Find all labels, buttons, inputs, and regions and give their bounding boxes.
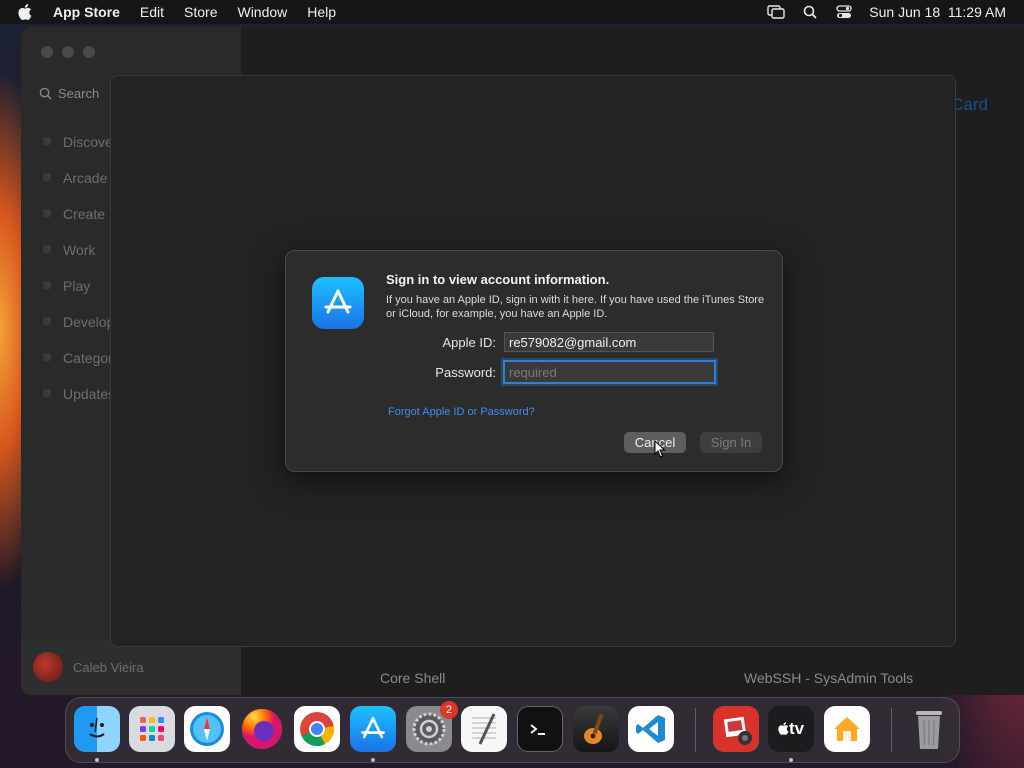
window-controls <box>41 46 95 58</box>
password-field[interactable] <box>503 360 716 384</box>
apple-id-field[interactable] <box>504 332 714 352</box>
search-icon <box>39 87 52 100</box>
screen-mirroring-icon[interactable] <box>767 4 785 20</box>
menu-edit[interactable]: Edit <box>140 4 164 20</box>
sidebar-search-placeholder: Search <box>58 85 100 101</box>
categories-icon <box>43 353 51 361</box>
sidebar-item-updates[interactable]: Updates <box>63 386 115 402</box>
app-store-icon <box>312 277 364 329</box>
home-icon[interactable] <box>824 706 870 752</box>
safari-icon[interactable] <box>184 706 230 752</box>
sidebar-item-create[interactable]: Create <box>63 206 105 222</box>
zoom-window-button[interactable] <box>83 46 95 58</box>
apple-menu-icon[interactable] <box>18 4 38 20</box>
avatar <box>33 652 63 682</box>
dialog-message: If you have an Apple ID, sign in with it… <box>386 294 765 320</box>
sidebar-item-arcade[interactable]: Arcade <box>63 170 107 186</box>
develop-icon <box>43 317 51 325</box>
sidebar-item-play[interactable]: Play <box>63 278 90 294</box>
dock-separator <box>695 708 696 752</box>
minimize-window-button[interactable] <box>62 46 74 58</box>
apple-tv-icon[interactable]: tv <box>768 706 814 752</box>
app-title-core-shell[interactable]: Core Shell <box>380 670 445 686</box>
finder-running-indicator <box>95 758 99 762</box>
apple-tv-running-indicator <box>789 758 793 762</box>
app-store-running-indicator <box>371 758 375 762</box>
sidebar-item-develop[interactable]: Develop <box>63 314 114 330</box>
work-icon <box>43 245 51 253</box>
account-name: Caleb Vieira <box>73 659 144 675</box>
app-title-webssh[interactable]: WebSSH - SysAdmin Tools <box>744 670 913 686</box>
photo-booth-icon[interactable] <box>713 706 759 752</box>
menu-store[interactable]: Store <box>184 4 217 20</box>
menu-clock[interactable]: Sun Jun 18 11:29 AM <box>869 4 1006 20</box>
terminal-icon[interactable] <box>517 706 563 752</box>
vscode-icon[interactable] <box>628 706 674 752</box>
sign-in-button[interactable]: Sign In <box>700 432 762 453</box>
dock-separator-trash <box>891 708 892 752</box>
apple-id-label: Apple ID: <box>442 335 496 350</box>
updates-icon <box>43 389 51 397</box>
dock: 2 tv <box>65 697 960 763</box>
chrome-icon[interactable] <box>294 706 340 752</box>
create-icon <box>43 209 51 217</box>
apple-tv-label: tv <box>788 719 805 738</box>
control-center-icon[interactable] <box>835 4 853 20</box>
menu-app-name[interactable]: App Store <box>53 4 120 20</box>
play-icon <box>43 281 51 289</box>
menu-bar: App Store Edit Store Window Help Sun Jun… <box>0 0 1024 24</box>
system-settings-icon[interactable]: 2 <box>406 701 458 752</box>
textedit-icon[interactable] <box>461 706 507 752</box>
app-store-dock-icon[interactable] <box>350 706 396 752</box>
sidebar-item-work[interactable]: Work <box>63 242 95 258</box>
trash-icon[interactable] <box>906 706 952 752</box>
dialog-title: Sign in to view account information. <box>386 272 610 287</box>
settings-badge: 2 <box>440 701 458 719</box>
account-button[interactable]: Caleb Vieira <box>21 639 241 695</box>
launchpad-icon[interactable] <box>129 706 175 752</box>
arcade-icon <box>43 173 51 181</box>
finder-icon[interactable] <box>74 706 120 752</box>
garageband-icon[interactable] <box>573 706 619 752</box>
close-window-button[interactable] <box>41 46 53 58</box>
spotlight-search-icon[interactable] <box>801 4 819 20</box>
password-label: Password: <box>435 365 496 380</box>
mouse-cursor-icon <box>654 440 666 458</box>
redeem-card-link[interactable]: Card <box>951 95 988 115</box>
forgot-password-link[interactable]: Forgot Apple ID or Password? <box>388 406 535 418</box>
menu-help[interactable]: Help <box>307 4 336 20</box>
firefox-icon[interactable] <box>239 706 285 752</box>
menu-window[interactable]: Window <box>237 4 287 20</box>
sign-in-dialog: Sign in to view account information. If … <box>285 250 783 472</box>
discover-icon <box>43 137 51 145</box>
